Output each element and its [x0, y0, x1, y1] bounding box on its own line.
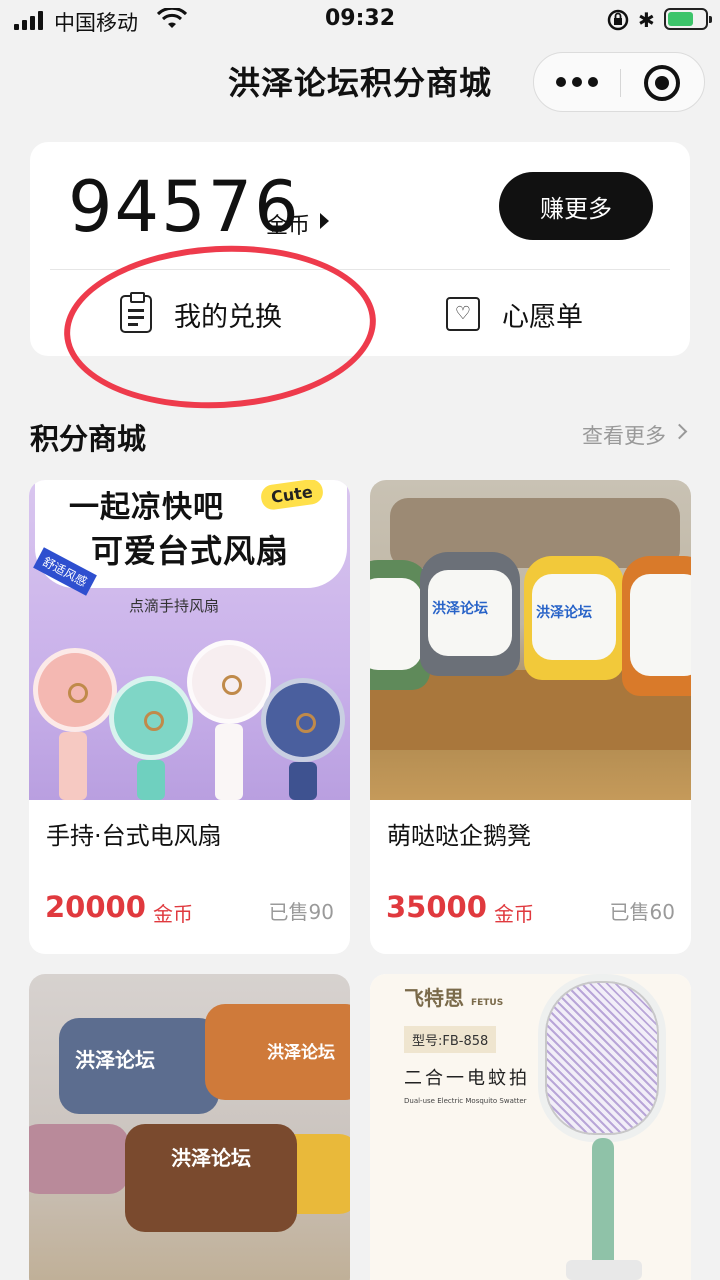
- wishlist-label: 心愿单: [502, 301, 583, 333]
- model-label: 型号:FB-858: [404, 1026, 497, 1053]
- more-icon[interactable]: [534, 53, 620, 111]
- image-subtitle: Dual-use Electric Mosquito Swatter: [404, 1097, 527, 1105]
- wishlist-button[interactable]: ♡ 心愿单: [446, 292, 583, 336]
- fan-illustration: [261, 678, 345, 762]
- caret-right-icon[interactable]: [320, 213, 329, 229]
- section-title: 积分商城: [30, 422, 147, 456]
- heart-icon: ♡: [446, 297, 480, 331]
- product-card[interactable]: 洪泽论坛 洪泽论坛 洪泽论坛: [29, 974, 350, 1280]
- racket-base: [566, 1260, 642, 1280]
- animal-stool: 洪泽论坛: [205, 1004, 350, 1100]
- price-unit: 金币: [153, 902, 193, 926]
- points-unit[interactable]: 金币: [266, 208, 310, 240]
- penguin-stool: [622, 556, 691, 696]
- sold-count: 已售90: [268, 900, 334, 924]
- battery-icon: [664, 8, 712, 30]
- image-caption: 点滴手持风扇: [129, 597, 220, 615]
- product-name: 萌哒哒企鹅凳: [387, 822, 531, 850]
- product-image[interactable]: 一起凉快吧 可爱台式风扇 Cute 舒适风感 点滴手持风扇: [29, 480, 350, 800]
- product-card[interactable]: 一起凉快吧 可爱台式风扇 Cute 舒适风感 点滴手持风扇 手持·台式电风扇 2…: [29, 480, 350, 954]
- rotation-lock-icon: [607, 9, 629, 31]
- product-price: 20000: [45, 890, 146, 924]
- fan-illustration: [33, 648, 117, 732]
- product-card[interactable]: 飞特思 FETUS 型号:FB-858 二合一电蚊拍 Dual-use Elec…: [370, 974, 691, 1280]
- sold-count: 已售60: [609, 900, 675, 924]
- penguin-stool: 洪泽论坛: [524, 556, 624, 680]
- animal-stool: 洪泽论坛: [125, 1124, 297, 1232]
- fan-illustration: [187, 640, 271, 724]
- status-bar: 中国移动 09:32 ✱: [0, 0, 720, 40]
- earn-more-button[interactable]: 赚更多: [499, 172, 653, 240]
- fan-illustration: [109, 676, 193, 760]
- product-image[interactable]: 洪泽论坛 洪泽论坛 洪泽论坛: [29, 974, 350, 1280]
- brand-logo: 飞特思 FETUS: [404, 986, 504, 1010]
- image-text: 可爱台式风扇: [91, 532, 290, 570]
- product-image[interactable]: 洪泽论坛 洪泽论坛: [370, 480, 691, 800]
- product-name: 手持·台式电风扇: [46, 822, 222, 850]
- mini-program-capsule: [533, 52, 705, 112]
- bluetooth-icon: ✱: [638, 8, 655, 32]
- view-more-link[interactable]: 查看更多: [582, 420, 666, 450]
- racket-head: [538, 974, 666, 1142]
- close-target-icon[interactable]: [644, 65, 680, 101]
- product-image[interactable]: 飞特思 FETUS 型号:FB-858 二合一电蚊拍 Dual-use Elec…: [370, 974, 691, 1280]
- animal-stool: [29, 1124, 129, 1194]
- product-card[interactable]: 洪泽论坛 洪泽论坛 萌哒哒企鹅凳 35000 金币 已售60: [370, 480, 691, 954]
- animal-stool: 洪泽论坛: [59, 1018, 219, 1114]
- penguin-stool: 洪泽论坛: [420, 552, 520, 676]
- price-unit: 金币: [494, 902, 534, 926]
- image-text: 一起凉快吧: [69, 490, 224, 525]
- chevron-right-icon[interactable]: [671, 423, 688, 440]
- image-title: 二合一电蚊拍: [404, 1068, 530, 1089]
- product-price: 35000: [386, 890, 487, 924]
- racket-handle: [592, 1138, 614, 1274]
